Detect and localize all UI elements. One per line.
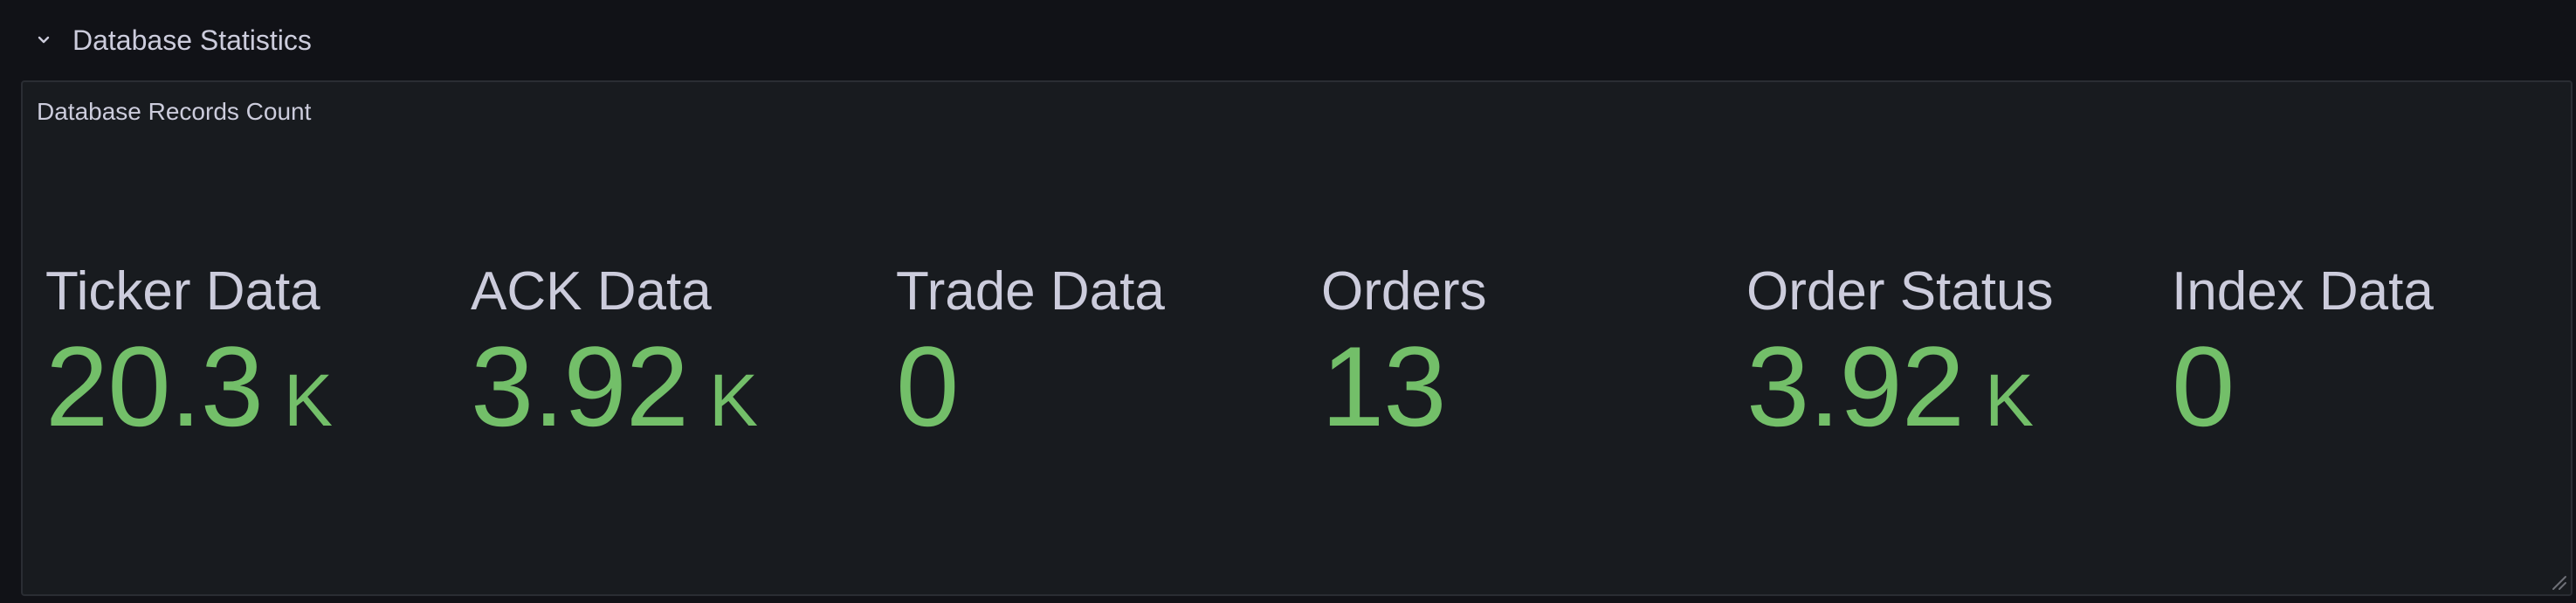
stat-trade-data: Trade Data 0 [896, 257, 1315, 458]
stat-label: Trade Data [896, 261, 1165, 322]
stat-value: 3.92 K [471, 325, 758, 483]
stat-number: 3.92 [471, 322, 689, 450]
stat-value: 3.92 K [1746, 325, 2034, 483]
stat-value: 13 [1321, 322, 1447, 483]
row-title[interactable]: Database Statistics [72, 21, 312, 59]
resize-handle-icon[interactable] [2548, 572, 2567, 591]
stat-index-data: Index Data 0 [2172, 257, 2576, 458]
stat-value: 0 [896, 322, 959, 483]
stat-unit: K [1985, 359, 2035, 441]
stat-number: 20.3 [45, 322, 264, 450]
stat-ack-data: ACK Data 3.92 K [471, 257, 890, 458]
stat-unit: K [284, 359, 334, 441]
stat-label: ACK Data [471, 261, 712, 322]
row-header[interactable]: Database Statistics [0, 0, 2576, 80]
stat-label: Orders [1321, 261, 1487, 322]
stat-panel: Database Records Count Ticker Data 20.3 K… [21, 80, 2573, 596]
stat-order-status: Order Status 3.92 K [1746, 257, 2166, 458]
stat-unit: K [709, 359, 759, 441]
stat-number: 0 [2172, 322, 2235, 450]
stat-value: 0 [2172, 322, 2235, 483]
stat-label: Order Status [1746, 261, 2054, 322]
stat-number: 0 [896, 322, 959, 450]
stat-orders: Orders 13 [1321, 257, 1740, 458]
chevron-down-icon[interactable] [35, 31, 52, 49]
stat-ticker-data: Ticker Data 20.3 K [45, 257, 465, 458]
stat-value: 20.3 K [45, 325, 333, 483]
stat-label: Ticker Data [45, 261, 320, 322]
panel-title[interactable]: Database Records Count [37, 94, 311, 129]
stat-label: Index Data [2172, 261, 2434, 322]
stat-number: 3.92 [1746, 322, 1965, 450]
stat-number: 13 [1321, 322, 1447, 450]
